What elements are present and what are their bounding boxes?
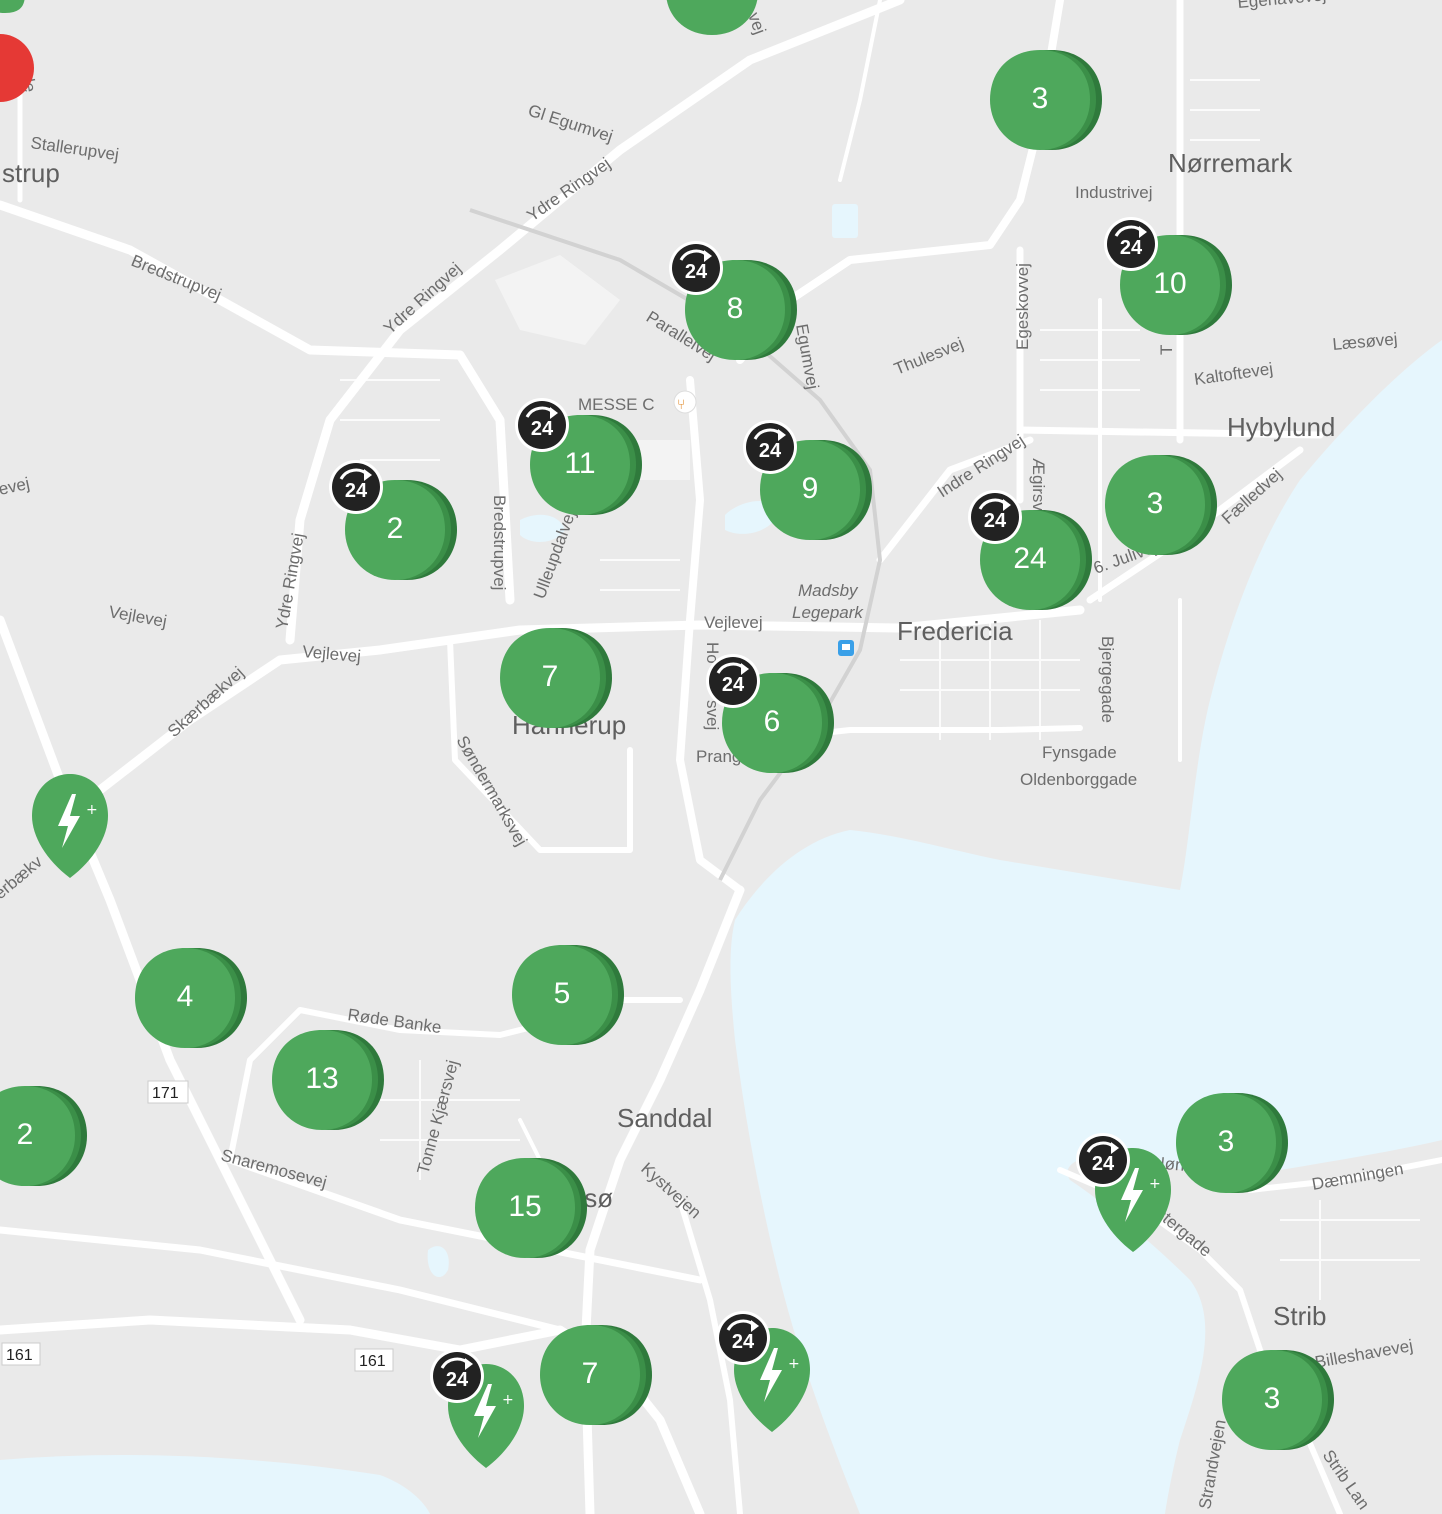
place-madsby: Madsby bbox=[798, 581, 859, 600]
cluster-count: 9 bbox=[802, 472, 819, 505]
svg-text:+: + bbox=[502, 1392, 514, 1408]
place-strup: strup bbox=[2, 158, 60, 188]
open-24-hours-icon: 24 bbox=[968, 490, 1022, 544]
cluster-count: 7 bbox=[582, 1357, 599, 1390]
cluster-pin-cluster-3-hybylund[interactable]: 3 bbox=[1105, 455, 1217, 555]
road-bjergegade: Bjergegade bbox=[1098, 636, 1117, 723]
svg-text:⑂: ⑂ bbox=[677, 397, 685, 413]
badge-24-label: 24 bbox=[446, 1369, 469, 1391]
cluster-count: 24 bbox=[1013, 542, 1046, 575]
cluster-count: 11 bbox=[564, 447, 595, 480]
svg-text:+: + bbox=[86, 802, 98, 818]
cluster-count: 3 bbox=[1218, 1125, 1235, 1158]
cluster-count: 13 bbox=[305, 1062, 338, 1095]
badge-24-label: 24 bbox=[1092, 1153, 1115, 1175]
open-24-hours-icon: 24 bbox=[716, 1311, 770, 1365]
cluster-pin-cluster-15-erritso[interactable]: 15 bbox=[475, 1158, 587, 1258]
road-vejlevej-3: Vejlevej bbox=[704, 613, 763, 632]
place-norremark: Nørremark bbox=[1168, 148, 1293, 178]
place-sanddal: Sanddal bbox=[617, 1103, 712, 1133]
road-aegirsvej: Ægirsv bbox=[1029, 458, 1048, 511]
road-egeskovvej: Egeskovvej bbox=[1013, 263, 1032, 350]
cluster-pin-cluster-3-strib-north[interactable]: 3 bbox=[1176, 1093, 1288, 1193]
open-24-hours-icon: 24 bbox=[706, 654, 760, 708]
cluster-pin-cluster-7-south[interactable]: 7 bbox=[540, 1325, 652, 1425]
route-shield-171: 171 bbox=[152, 1085, 179, 1102]
badge-24-label: 24 bbox=[759, 440, 782, 462]
cluster-count: 4 bbox=[177, 980, 194, 1013]
pond-north bbox=[832, 204, 858, 238]
place-strib: Strib bbox=[1273, 1301, 1326, 1331]
badge-24-label: 24 bbox=[984, 510, 1007, 532]
cluster-pin-cluster-3-strib-south[interactable]: 3 bbox=[1222, 1350, 1334, 1450]
cluster-count: 6 bbox=[764, 705, 781, 738]
open-24-hours-icon: 24 bbox=[1104, 217, 1158, 271]
road-oldenborggade: Oldenborggade bbox=[1020, 770, 1137, 789]
open-24-hours-icon: 24 bbox=[669, 241, 723, 295]
open-24-hours-icon: 24 bbox=[329, 460, 383, 514]
cluster-count: 3 bbox=[1264, 1382, 1281, 1415]
cluster-count: 3 bbox=[1032, 82, 1049, 115]
badge-24-label: 24 bbox=[345, 480, 368, 502]
cluster-count: 7 bbox=[542, 660, 559, 693]
cluster-count: 3 bbox=[1147, 487, 1164, 520]
open-24-hours-icon: 24 bbox=[1076, 1133, 1130, 1187]
route-shield-161-west: 161 bbox=[6, 1347, 33, 1364]
cluster-pin-cluster-5-rode-banke[interactable]: 5 bbox=[512, 945, 624, 1045]
open-24-hours-icon: 24 bbox=[515, 398, 569, 452]
road-fynsgade: Fynsgade bbox=[1042, 743, 1117, 762]
svg-text:+: + bbox=[788, 1356, 800, 1372]
badge-24-label: 24 bbox=[531, 418, 554, 440]
road-hovej-2: svej bbox=[703, 700, 722, 730]
cluster-count: 5 bbox=[554, 977, 571, 1010]
cluster-pin-cluster-3-north[interactable]: 3 bbox=[990, 50, 1102, 150]
badge-24-label: 24 bbox=[722, 674, 745, 696]
cluster-count: 10 bbox=[1153, 267, 1186, 300]
restaurant-icon[interactable]: ⑂ bbox=[673, 390, 697, 414]
badge-24-label: 24 bbox=[732, 1331, 755, 1353]
map[interactable]: Fredericia Nørremark Hybylund Hannerup S… bbox=[0, 0, 1442, 1514]
road-bredstrupvej-2: Bredstrupvej bbox=[490, 495, 509, 590]
place-hybylund: Hybylund bbox=[1227, 412, 1335, 442]
cluster-pin-cluster-13-snaremose[interactable]: 13 bbox=[272, 1030, 384, 1130]
cluster-count: 2 bbox=[17, 1118, 34, 1151]
cluster-count: 8 bbox=[727, 292, 744, 325]
place-legepark: Legepark bbox=[792, 603, 864, 622]
open-24-hours-icon: 24 bbox=[430, 1349, 484, 1403]
road-industrivej: Industrivej bbox=[1075, 183, 1152, 202]
route-shield-161-east: 161 bbox=[359, 1353, 386, 1370]
cluster-pin-cluster-7-hannerup[interactable]: 7 bbox=[500, 628, 612, 728]
open-24-hours-icon: 24 bbox=[743, 420, 797, 474]
bus-stop-icon[interactable] bbox=[838, 640, 854, 656]
cluster-count: 15 bbox=[508, 1190, 541, 1223]
place-messe: MESSE C bbox=[578, 395, 655, 414]
badge-24-label: 24 bbox=[685, 261, 708, 283]
place-fredericia: Fredericia bbox=[897, 616, 1013, 646]
svg-text:+: + bbox=[1149, 1176, 1161, 1192]
cluster-count: 2 bbox=[387, 512, 404, 545]
badge-24-label: 24 bbox=[1120, 237, 1143, 259]
road-t: T bbox=[1157, 345, 1176, 355]
cluster-pin-cluster-4-west[interactable]: 4 bbox=[135, 948, 247, 1048]
